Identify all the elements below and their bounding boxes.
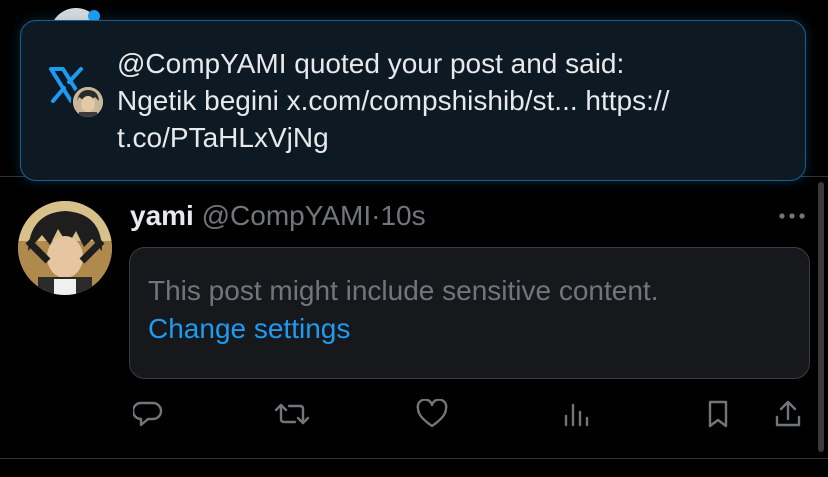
views-icon	[564, 403, 589, 427]
share-icon	[775, 400, 801, 427]
screen: @CompYAMI quoted your post and said: Nge…	[0, 0, 828, 477]
reply-icon	[133, 401, 163, 427]
views-button[interactable]	[558, 396, 594, 432]
share-button[interactable]	[770, 396, 806, 432]
sensitive-content-card: This post might include sensitive conten…	[129, 247, 810, 379]
divider	[0, 458, 828, 459]
more-options-icon[interactable]	[776, 206, 808, 226]
scrollbar[interactable]	[818, 182, 824, 452]
notification-avatar	[71, 85, 105, 119]
author-handle[interactable]: @CompYAMI	[202, 200, 372, 231]
author-name[interactable]: yami	[130, 200, 194, 231]
notification-line-2: Ngetik begini x.com/compshishib/st... ht…	[117, 85, 670, 116]
like-icon	[416, 399, 448, 428]
repost-icon	[275, 403, 309, 425]
post-timestamp[interactable]: 10s	[380, 200, 425, 231]
notification-banner[interactable]: @CompYAMI quoted your post and said: Nge…	[20, 20, 806, 181]
sensitive-warning: This post might include sensitive conten…	[148, 275, 659, 306]
notification-message: @CompYAMI quoted your post and said: Nge…	[117, 45, 777, 156]
notification-line-3: t.co/PTaHLxVjNg	[117, 122, 329, 153]
change-settings-link[interactable]: Change settings	[148, 310, 350, 348]
bookmark-button[interactable]	[700, 396, 736, 432]
like-button[interactable]	[414, 396, 450, 432]
reply-button[interactable]	[130, 396, 166, 432]
bookmark-icon	[708, 400, 728, 428]
notification-line-1: @CompYAMI quoted your post and said:	[117, 48, 625, 79]
post-header: yami @CompYAMI·10s	[130, 199, 426, 233]
avatar[interactable]	[18, 201, 112, 295]
repost-button[interactable]	[274, 396, 310, 432]
